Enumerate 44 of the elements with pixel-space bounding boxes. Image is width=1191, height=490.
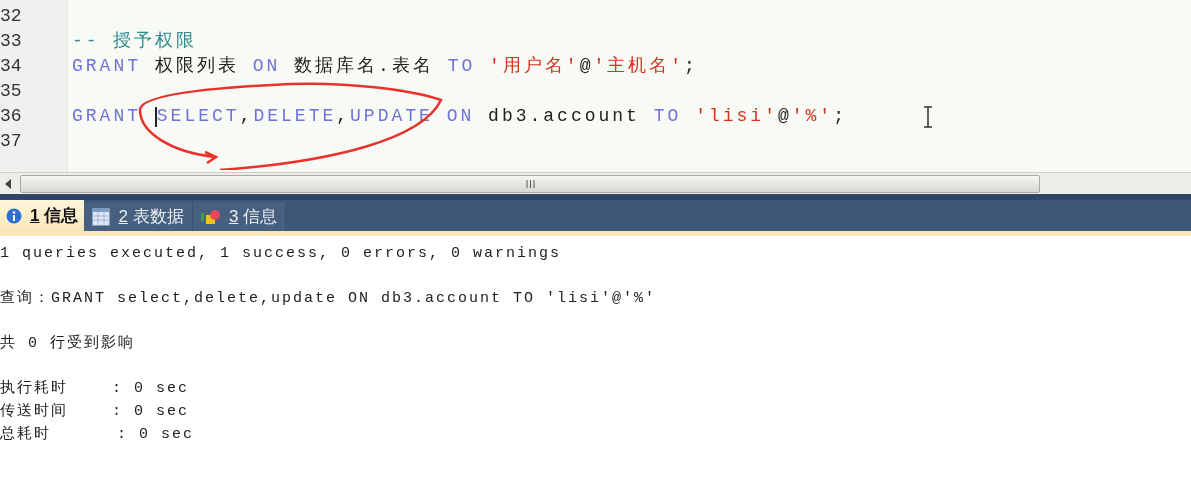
line-number: 32 (0, 5, 23, 28)
shapes-icon (200, 208, 221, 225)
code-text: db3.account (487, 105, 641, 128)
string-literal: '%' (791, 105, 834, 128)
code-text: @ (777, 105, 792, 128)
string-literal: '主机名' (593, 55, 685, 78)
scrollbar-thumb[interactable] (20, 174, 1040, 193)
line-number: 34 (0, 55, 23, 78)
output-line: 共 0 行受到影响 (0, 333, 136, 354)
sql-keyword: GRANT (72, 105, 142, 128)
table-icon (92, 207, 111, 226)
code-text: , (336, 105, 351, 128)
line-number: 37 (0, 130, 23, 153)
info-icon (6, 207, 22, 224)
code-text: ; (684, 55, 698, 78)
output-line: 执行耗时 : 0 sec (0, 378, 191, 399)
scroll-left-icon[interactable] (4, 178, 12, 189)
result-tab[interactable]: 3 信息 (192, 202, 287, 231)
sql-keyword: TO (447, 55, 477, 78)
code-comment: -- 授予权限 (72, 30, 198, 53)
line-number: 35 (0, 80, 23, 103)
sql-keyword: UPDATE ON (350, 105, 475, 128)
output-line: 1 queries executed, 1 success, 0 errors, 0 warnings (0, 244, 563, 264)
sql-keyword: TO (653, 105, 683, 128)
string-literal: '用户名' (489, 55, 580, 78)
grip-icon (525, 179, 535, 188)
code-text: @ (579, 55, 594, 78)
text-cursor-icon (923, 106, 933, 128)
code-text: , (239, 105, 254, 128)
output-line: 传送时间 : 0 sec (0, 401, 191, 422)
code-text: 权限列表 (153, 55, 240, 78)
result-tab[interactable]: 2 表数据 (84, 202, 193, 231)
code-text: ; (833, 105, 847, 128)
code-text: 数据库名.表名 (293, 55, 435, 78)
line-number: 36 (0, 105, 23, 128)
output-line: 查询：GRANT select,delete,update ON db3.account TO 'lisi'@'%' (0, 288, 658, 309)
sql-keyword: DELETE (253, 105, 337, 128)
output-line: 总耗时 : 0 sec (0, 424, 196, 445)
line-number: 33 (0, 30, 23, 53)
sql-keyword: SELECT (156, 105, 240, 128)
sql-keyword: ON (252, 55, 281, 78)
sql-keyword: GRANT (72, 55, 141, 78)
result-tab[interactable]: 1 信息 (0, 200, 85, 231)
string-literal: 'lisi' (695, 105, 778, 128)
